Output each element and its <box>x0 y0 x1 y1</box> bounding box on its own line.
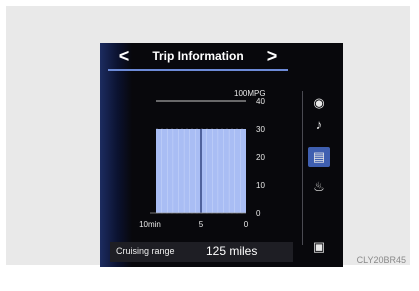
fuel-consumption-graph: 40 30 20 10 0 10min 5 0 <box>139 97 265 229</box>
x-tick-label: 5 <box>199 220 204 229</box>
music-note-icon[interactable]: ♪ <box>308 115 330 135</box>
display-off-icon[interactable]: ▣ <box>308 237 330 257</box>
y-tick-label: 40 <box>256 97 265 106</box>
cruising-range-value: 125 miles <box>206 244 258 258</box>
trip-information-icon[interactable]: ▤ <box>308 147 330 167</box>
y-tick-label: 0 <box>256 209 261 218</box>
x-tick-label: 10min <box>139 220 161 229</box>
y-tick-label: 10 <box>256 181 265 190</box>
image-code: CLY20BR45 <box>356 255 406 265</box>
x-tick-label: 0 <box>244 220 249 229</box>
y-tick-label: 30 <box>256 125 265 134</box>
display-screen: < Trip Information > 100MPG 40 30 20 10 0 10m… <box>100 43 343 267</box>
cruising-range-panel: Cruising range 125 miles <box>110 242 293 262</box>
navigation-icon[interactable]: ◉ <box>308 93 330 113</box>
cruising-range-label: Cruising range <box>116 246 175 256</box>
climate-icon[interactable]: ♨ <box>308 177 330 197</box>
illustration-frame: < Trip Information > 100MPG 40 30 20 10 0 10m… <box>6 6 410 267</box>
y-tick-label: 20 <box>256 153 265 162</box>
side-menu-divider <box>302 91 303 245</box>
